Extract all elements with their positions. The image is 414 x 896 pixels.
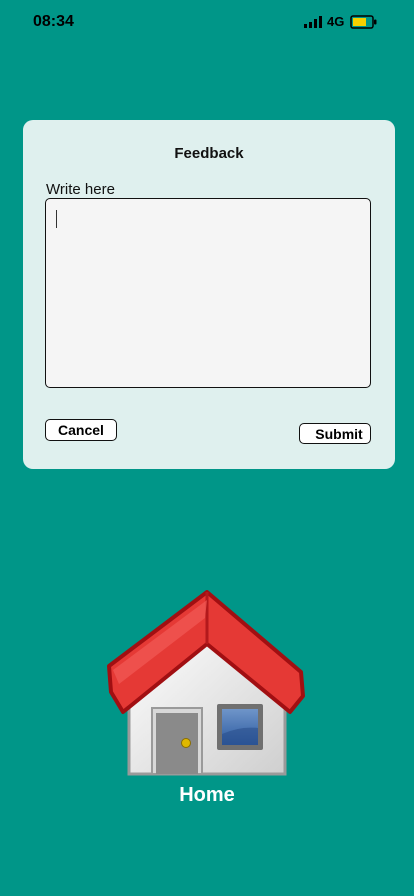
status-bar: 08:34 4G — [0, 0, 414, 44]
status-time: 08:34 — [33, 13, 74, 30]
feedback-textarea[interactable] — [45, 198, 371, 388]
feedback-dialog: Feedback Write here Cancel Submit — [23, 120, 395, 469]
battery-icon — [350, 15, 377, 29]
network-type: 4G — [327, 14, 345, 29]
cancel-button[interactable]: Cancel — [45, 419, 117, 441]
signal-icon — [304, 16, 322, 28]
dialog-title: Feedback — [174, 145, 244, 162]
feedback-input-label: Write here — [46, 181, 115, 198]
home-icon[interactable] — [105, 588, 307, 782]
submit-button[interactable]: Submit — [299, 423, 371, 444]
home-label[interactable]: Home — [0, 784, 414, 807]
text-caret — [56, 210, 57, 228]
